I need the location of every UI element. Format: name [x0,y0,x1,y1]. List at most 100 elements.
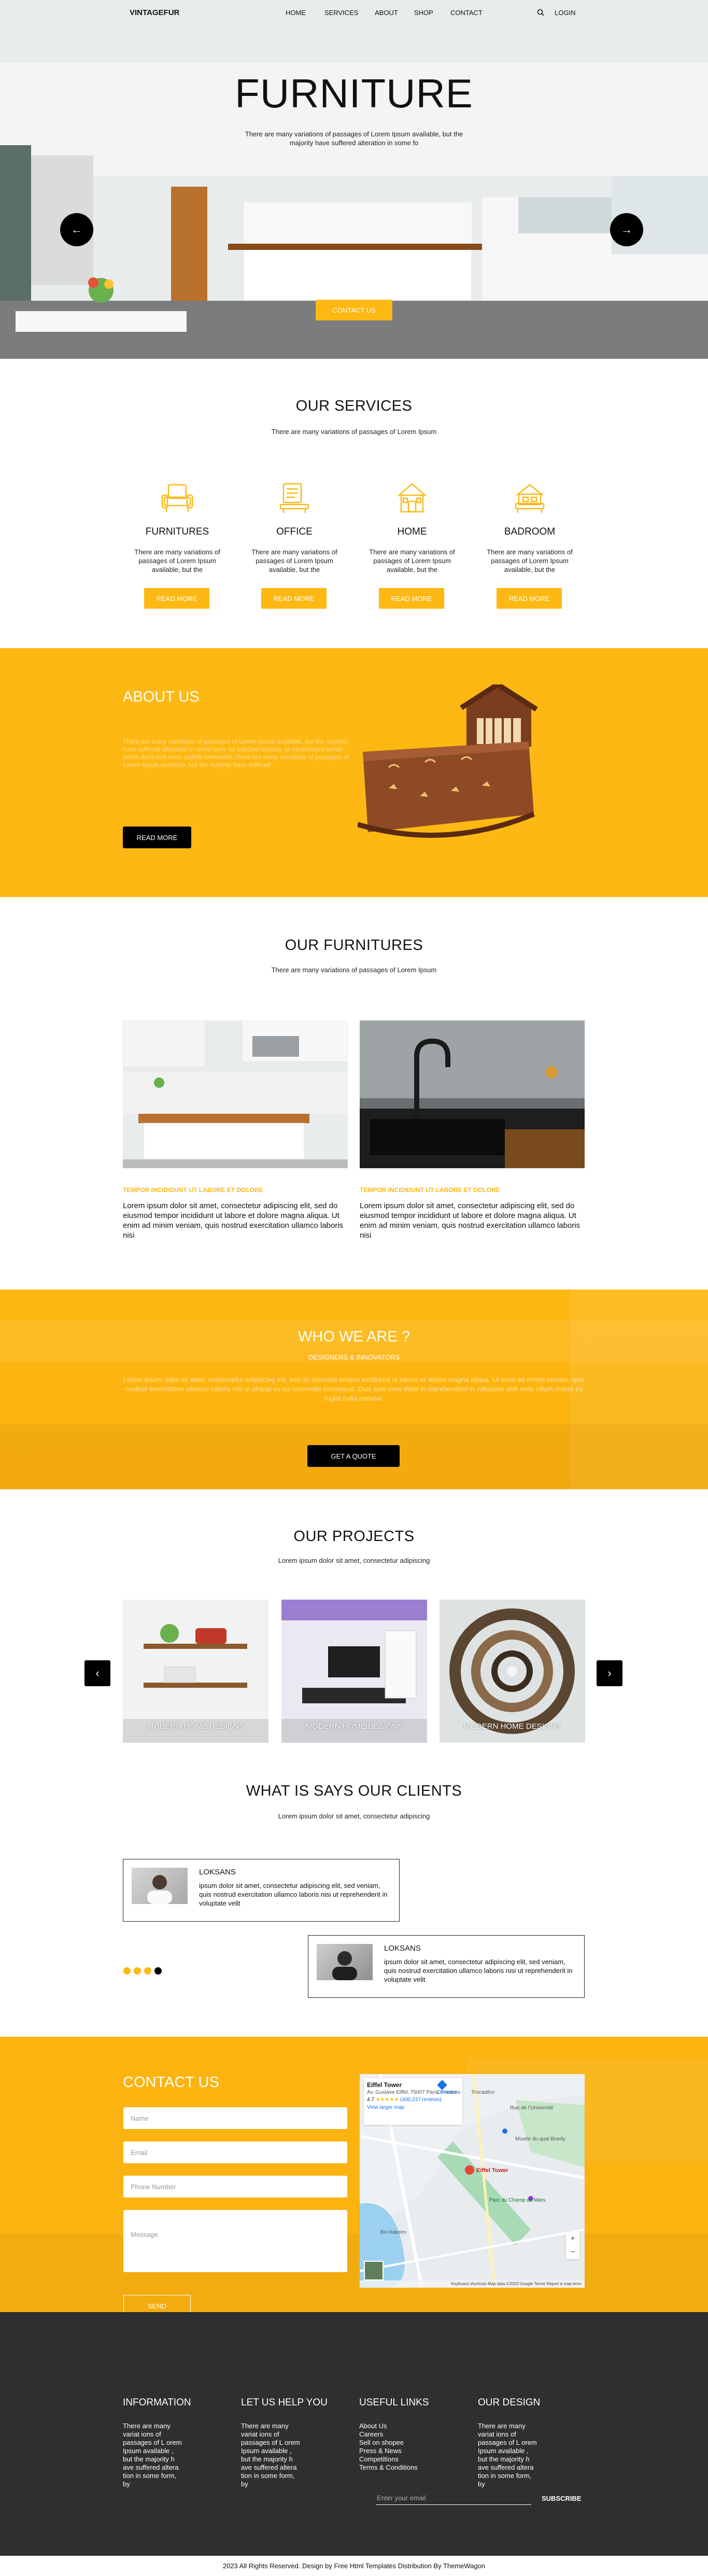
house-icon [394,480,430,516]
furniture-card-sink: TEMPOR INCIDIDUNT UT LABORE ET DOLORE Lo… [360,1020,585,1240]
projects-prev-button[interactable]: ‹ [84,1660,110,1686]
client-avatar [132,1868,188,1904]
map-reviews[interactable]: (400,237 reviews) [400,2097,441,2103]
footer-heading: OUR DESIGN [478,2397,541,2408]
nav-about[interactable]: ABOUT [375,9,398,17]
footer-heading: LET US HELP YOU [241,2397,328,2408]
clients-subtitle: Lorem ipsum dolor sit amet, consectetur … [278,1812,430,1820]
about-title: ABOUT US [123,689,200,705]
nav-home[interactable]: HOME [286,9,306,17]
nav-contact[interactable]: CONTACT [450,9,483,17]
zoom-in-icon[interactable]: + [570,2234,575,2244]
carousel-dot[interactable] [123,1967,131,1975]
services-title: OUR SERVICES [295,398,413,414]
carousel-dot[interactable] [134,1967,141,1975]
services-subtitle: There are many variations of passages of… [271,428,437,436]
email-field[interactable]: Email [123,2141,347,2163]
client-name: LOKSANS [199,1868,236,1877]
about-section: ABOUT US There are many variations of pa… [0,648,708,897]
map-label: Musée du quai Branly [515,2136,565,2142]
client-quote: ipsum dolor sit amet, consectetur adipis… [199,1882,388,1907]
subscribe-button[interactable]: SUBSCRIBE [542,2495,582,2502]
site-logo[interactable]: VINTAGEFUR [130,8,179,17]
project-caption: MODERN HOME DESIGNS [463,1722,561,1731]
service-read-more-button[interactable]: READ MORE [144,588,209,609]
map-zoom-control: + − [566,2232,579,2259]
project-card[interactable]: MODERN HOME DESIGNS [440,1600,585,1743]
name-field[interactable]: Name [123,2107,347,2129]
wooden-cradle-image [358,684,538,838]
who-text: Lorem ipsum dolor sit amet, consectetur … [123,1376,585,1402]
nav-services[interactable]: SERVICES [324,9,359,17]
service-text: There are many variations of passages of… [134,548,220,573]
service-read-more-button[interactable]: READ MORE [379,588,444,609]
service-read-more-button[interactable]: READ MORE [497,588,562,609]
carousel-dot[interactable] [144,1967,151,1975]
hero-next-button[interactable]: → [610,213,643,246]
contact-background-image [0,2037,708,2312]
service-text: There are many variations of passages of… [369,548,455,573]
sofa-icon [159,480,195,516]
furniture-card-kitchen: TEMPOR INCIDIDUNT UT LABORE ET DOLORE Lo… [122,1020,348,1240]
hero-contact-button[interactable]: CONTACT US [316,300,392,320]
footer-link-sell[interactable]: Sell on shopee [359,2439,418,2447]
nav-shop[interactable]: SHOP [414,9,433,17]
footer-text: There are many variat ions of passages o… [123,2422,182,2488]
testimonial-card: LOKSANS ipsum dolor sit amet, consectetu… [123,1859,400,1922]
carousel-dot-active[interactable] [154,1967,162,1975]
service-card-furnitures: FURNITURES There are many variations of … [120,477,234,612]
hero-text: There are many variations of passages of… [245,130,463,147]
zoom-out-icon[interactable]: − [570,2248,575,2257]
office-desk-icon [276,480,313,516]
clients-title: WHAT IS SAYS OUR CLIENTS [246,1783,462,1799]
footer-link-about[interactable]: About Us [359,2422,418,2430]
bedroom-icon [512,480,548,516]
hero-prev-button[interactable]: ← [60,213,93,246]
kitchen-photo [122,1020,348,1168]
projects-title: OUR PROJECTS [293,1528,415,1545]
client-quote: ipsum dolor sit amet, consectetur adipis… [384,1958,573,1983]
project-caption: MODERN HOME DESIGNS [147,1722,245,1731]
footer-link-press[interactable]: Press & News [359,2447,418,2455]
map-label: Rue de l'Université [510,2105,554,2111]
map-embed[interactable]: Eiffel Tower Av. Gustave Eiffel, 75007 P… [360,2074,585,2288]
service-title: OFFICE [276,526,313,537]
get-quote-button[interactable]: GET A QUOTE [307,1445,400,1467]
footer-link-competitions[interactable]: Competitions [359,2455,418,2463]
view-larger-map-link[interactable]: View larger map [367,2105,459,2110]
furniture-card-text: Lorem ipsum dolor sit amet, consectetur … [360,1201,580,1240]
about-read-more-button[interactable]: READ MORE [123,827,191,848]
project-card[interactable]: MODERN HOME DESIGNS [123,1600,268,1743]
furniture-card-text: Lorem ipsum dolor sit amet, consectetur … [123,1201,344,1240]
map-label: Parc du Champ de Mars [489,2197,546,2203]
about-text: There are many variations of passages of… [123,738,349,768]
star-icons: ★★★★★ [375,2097,399,2103]
map-rating: 4.7 [367,2097,374,2103]
projects-next-button[interactable]: › [597,1660,622,1686]
service-text: There are many variations of passages of… [251,548,337,573]
footer-heading: USEFUL LINKS [359,2397,429,2408]
footer-link-careers[interactable]: Careers [359,2430,418,2439]
phone-field[interactable]: Phone Number [123,2176,347,2197]
who-subtitle: DESIGNERS & INNOVATORS [308,1353,400,1361]
map-label: Eiffel Tower [476,2167,508,2174]
service-title: BADROOM [504,526,556,537]
service-read-more-button[interactable]: READ MORE [261,588,327,609]
service-card-badroom: BADROOM There are many variations of pas… [473,477,587,612]
furniture-card-title: TEMPOR INCIDIDUNT UT LABORE ET DOLORE [123,1186,263,1194]
search-icon[interactable] [537,9,544,16]
project-card[interactable]: MODERN HOME DESIGNS [281,1600,427,1743]
sink-photo [360,1020,585,1168]
furnitures-title: OUR FURNITURES [285,937,423,954]
directions-link[interactable]: Directions [437,2080,460,2095]
message-field[interactable]: Message [123,2210,347,2272]
living-room-photo [281,1600,427,1743]
footer-link-terms[interactable]: Terms & Conditions [359,2463,418,2472]
footer-text: There are many variat ions of passages o… [478,2422,537,2488]
login-link[interactable]: LOGIN [555,9,575,17]
contact-section: CONTACT US Name Email Phone Number Messa… [0,2037,708,2317]
newsletter-email-input[interactable]: Enter your email [376,2491,531,2505]
satellite-toggle[interactable] [364,2261,384,2280]
hero-title: FURNITURE [235,71,473,116]
footer-text: There are many variat ions of passages o… [241,2422,300,2488]
